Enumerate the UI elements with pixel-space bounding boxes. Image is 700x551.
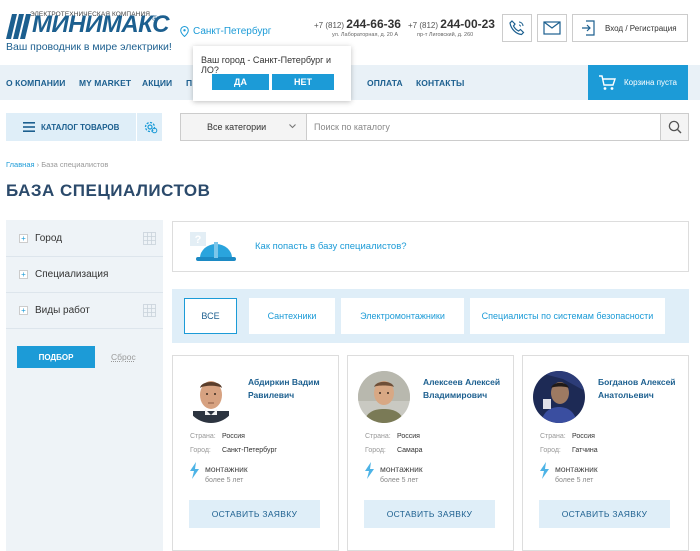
city-label: Город: (540, 447, 561, 454)
tab-security-specialists[interactable]: Специалисты по системам безопасности (470, 298, 665, 334)
grid-icon (143, 232, 156, 245)
join-database-link[interactable]: Как попасть в базу специалистов? (255, 241, 407, 252)
experience: более 5 лет (555, 477, 594, 484)
address-2: пр-т Лиговский, д. 260 (417, 32, 474, 38)
logo-mark-icon[interactable] (6, 14, 34, 39)
request-button[interactable]: ОСТАВИТЬ ЗАЯВКУ (189, 500, 320, 528)
request-button[interactable]: ОСТАВИТЬ ЗАЯВКУ (364, 500, 495, 528)
address-1: ул. Лабораторная, д. 20 А (332, 32, 399, 38)
city-value: Гатчина (572, 447, 598, 454)
specialist-name[interactable]: Алексеев Алексей Владимирович (423, 376, 500, 402)
city-selector[interactable]: Санкт-Петербург (180, 26, 271, 37)
avatar[interactable] (185, 371, 237, 423)
callback-button[interactable] (502, 14, 532, 42)
avatar[interactable] (358, 371, 410, 423)
breadcrumb-current: База специалистов (41, 160, 109, 169)
nav-payment[interactable]: ОПЛАТА (367, 78, 403, 88)
cart-label: Корзина пуста (624, 78, 677, 87)
country-value: Россия (222, 433, 245, 440)
person-photo-icon (358, 371, 410, 423)
search-icon (668, 120, 681, 134)
request-button[interactable]: ОСТАВИТЬ ЗАЯВКУ (539, 500, 670, 528)
city-value: Санкт-Петербург (222, 447, 277, 454)
svg-text:?: ? (195, 234, 202, 246)
logo-registered-mark: ® (152, 14, 158, 23)
chevron-down-icon (289, 124, 296, 129)
city-value: Самара (397, 447, 423, 454)
specialist-name[interactable]: Абдиркин Вадим Равилевич (248, 376, 320, 402)
phone-1[interactable]: +7 (812) 244-66-36 (314, 17, 401, 31)
city-confirm-popup: Ваш город - Санкт-Петербург и ЛО? ДА НЕТ (193, 46, 351, 101)
popup-question: Ваш город - Санкт-Петербург и ЛО? (201, 55, 331, 75)
specialization: монтажник (205, 464, 248, 474)
envelope-icon (543, 21, 561, 35)
gear-icon (144, 121, 157, 134)
country-label: Страна: (365, 433, 391, 440)
breadcrumb-home[interactable]: Главная (6, 160, 35, 169)
reset-link[interactable]: Сброс (111, 352, 136, 362)
avatar[interactable] (533, 371, 585, 423)
person-photo-icon (533, 371, 585, 423)
experience: более 5 лет (205, 477, 244, 484)
filter-work-types[interactable]: + Виды работ (6, 293, 163, 329)
specialist-name[interactable]: Богданов Алексей Анатольевич (598, 376, 676, 402)
catalog-settings-button[interactable] (136, 113, 162, 141)
plus-icon: + (19, 234, 28, 243)
filter-label: Специализация (35, 269, 109, 280)
catalog-button[interactable]: КАТАЛОГ ТОВАРОВ (6, 113, 136, 141)
filter-specialization[interactable]: + Специализация (6, 257, 163, 293)
person-photo-icon (185, 371, 237, 423)
page-title: БАЗА СПЕЦИАЛИСТОВ (6, 181, 211, 200)
country-label: Страна: (190, 433, 216, 440)
info-banner (172, 221, 689, 272)
search-input[interactable] (312, 114, 658, 140)
filter-label: Виды работ (35, 305, 90, 316)
grid-icon (143, 304, 156, 317)
pick-button[interactable]: ПОДБОР (17, 346, 95, 368)
catalog-label: КАТАЛОГ ТОВАРОВ (41, 122, 120, 132)
city-label: Город: (365, 447, 386, 454)
login-button[interactable]: Вход / Регистрация (572, 14, 688, 42)
search-button[interactable] (660, 114, 688, 140)
popup-yes-button[interactable]: ДА (212, 74, 269, 90)
lightning-icon (190, 462, 199, 479)
popup-no-button[interactable]: НЕТ (272, 74, 334, 90)
tab-plumbers[interactable]: Сантехники (249, 298, 335, 334)
lightning-icon (365, 462, 374, 479)
logo[interactable]: МИНИМАКС (32, 11, 169, 39)
filter-city[interactable]: + Город (6, 221, 163, 257)
nav-partial[interactable]: П (186, 78, 192, 88)
specialization: монтажник (380, 464, 423, 474)
login-label: Вход / Регистрация (605, 23, 677, 33)
nav-about[interactable]: О КОМПАНИИ (6, 78, 65, 88)
plus-icon: + (19, 306, 28, 315)
country-label: Страна: (540, 433, 566, 440)
tab-all[interactable]: ВСЕ (184, 298, 237, 334)
slogan: Ваш проводник в мире электрики! (6, 41, 172, 53)
country-value: Россия (572, 433, 595, 440)
city-name: Санкт-Петербург (193, 26, 272, 37)
location-pin-icon (180, 26, 189, 37)
phone-2[interactable]: +7 (812) 244-00-23 (408, 17, 495, 31)
city-label: Город: (190, 447, 211, 454)
login-icon (582, 20, 595, 36)
specialization: монтажник (555, 464, 598, 474)
filter-label: Город (35, 233, 63, 244)
breadcrumb: Главная › База специалистов (6, 160, 108, 169)
lightning-icon (540, 462, 549, 479)
phone-icon (509, 20, 525, 36)
country-value: Россия (397, 433, 420, 440)
tab-electricians[interactable]: Электромонтажники (341, 298, 464, 334)
cart-button[interactable]: Корзина пуста (588, 65, 688, 100)
hamburger-icon (23, 122, 35, 132)
nav-promo[interactable]: АКЦИИ (142, 78, 172, 88)
cart-icon (599, 74, 616, 90)
experience: более 5 лет (380, 477, 419, 484)
email-button[interactable] (537, 14, 567, 42)
plus-icon: + (19, 270, 28, 279)
hardhat-icon: ? (190, 232, 236, 261)
nav-my-market[interactable]: MY MARKET (79, 78, 131, 88)
nav-contacts[interactable]: КОНТАКТЫ (416, 78, 464, 88)
